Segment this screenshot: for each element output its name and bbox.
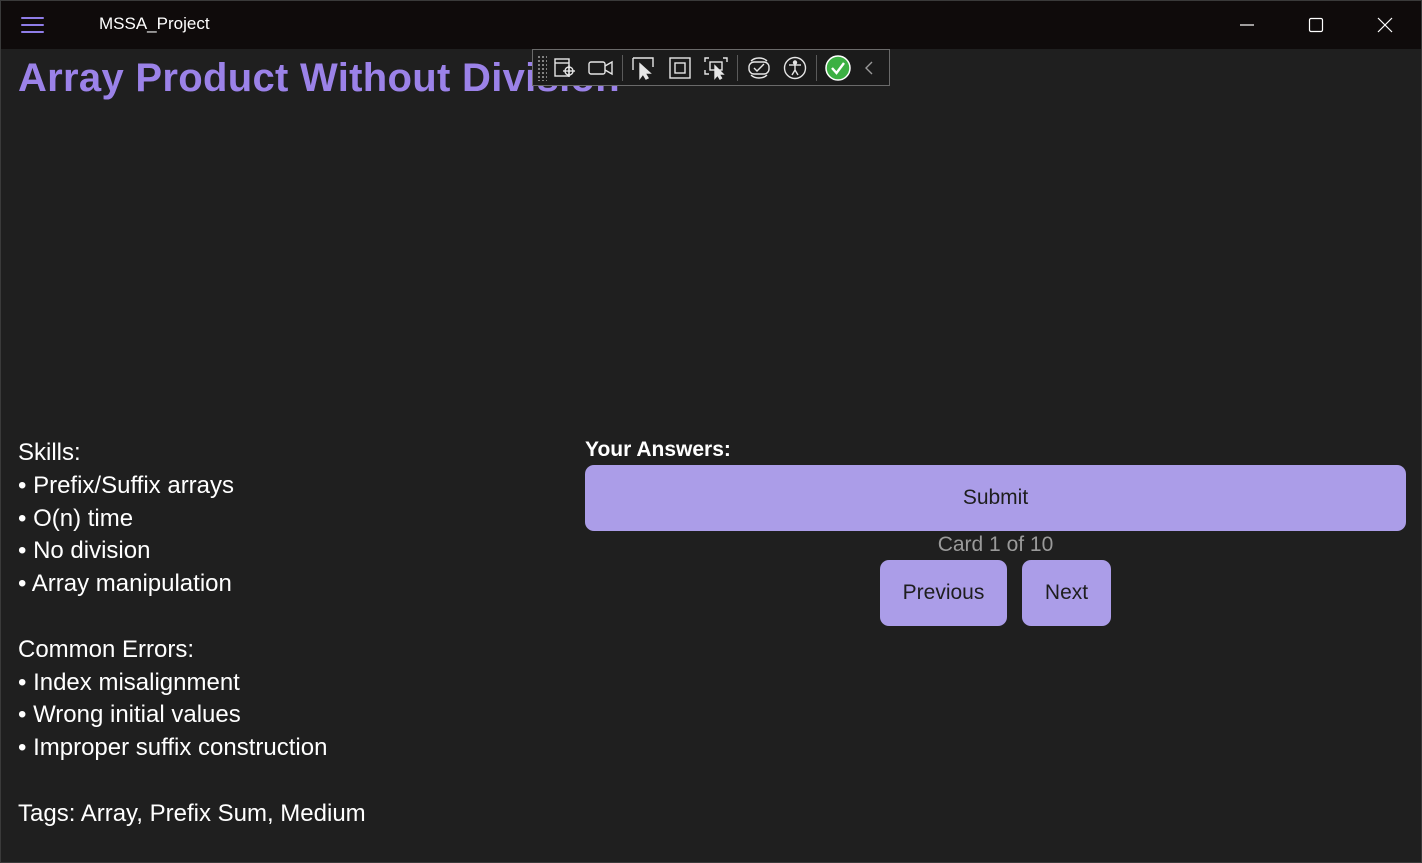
submit-button[interactable]: Submit	[585, 465, 1406, 531]
skill-item: • No division	[18, 537, 151, 565]
skill-item: • O(n) time	[18, 504, 134, 532]
error-item: • Wrong initial values	[18, 701, 241, 729]
toolbar-divider	[816, 54, 817, 81]
select-element-icon	[554, 57, 575, 77]
toolbar-divider	[737, 54, 738, 81]
errors-heading: Common Errors:	[18, 635, 195, 663]
title-bar: MSSA_Project	[1, 1, 1421, 49]
error-item: • Improper suffix construction	[18, 734, 328, 762]
app-title: MSSA_Project	[99, 14, 210, 33]
collapse-chevron-icon	[865, 61, 873, 74]
debug-toolbar	[532, 49, 890, 86]
maximize-icon	[1308, 17, 1324, 33]
card-info: Skills: • Prefix/Suffix arrays • O(n) ti…	[18, 437, 558, 831]
toolbar-divider	[622, 54, 623, 81]
accessibility-icon	[783, 56, 807, 79]
hamburger-icon[interactable]	[21, 14, 45, 36]
error-item: • Index misalignment	[18, 668, 240, 696]
display-layout-button[interactable]	[662, 53, 698, 83]
tags-text: Tags: Array, Prefix Sum, Medium	[18, 799, 366, 827]
skill-item: • Prefix/Suffix arrays	[18, 471, 235, 499]
next-button[interactable]: Next	[1022, 560, 1111, 626]
skill-item: • Array manipulation	[18, 570, 232, 598]
record-button[interactable]	[583, 53, 619, 83]
pointer-select-button[interactable]	[626, 53, 662, 83]
minimize-button[interactable]	[1213, 1, 1281, 49]
close-icon	[1377, 17, 1393, 33]
track-focus-button[interactable]	[698, 53, 734, 83]
answers-label: Your Answers:	[585, 438, 731, 461]
hot-reload-icon	[748, 56, 770, 79]
page-title: Array Product Without Division	[18, 56, 621, 100]
close-button[interactable]	[1351, 1, 1419, 49]
maximize-button[interactable]	[1282, 1, 1350, 49]
minimize-icon	[1240, 24, 1254, 26]
display-layout-icon	[669, 56, 691, 79]
status-check-button[interactable]	[820, 53, 856, 83]
video-record-icon	[588, 60, 613, 75]
skills-heading: Skills:	[18, 439, 81, 466]
drag-grip-icon[interactable]	[537, 54, 547, 81]
card-counter: Card 1 of 10	[937, 533, 1054, 556]
check-status-icon	[825, 54, 851, 81]
track-focus-icon	[704, 56, 728, 80]
hot-reload-button[interactable]	[741, 53, 777, 83]
previous-button[interactable]: Previous	[880, 560, 1007, 626]
pointer-select-icon	[632, 56, 654, 80]
select-element-button[interactable]	[547, 53, 583, 83]
app-window: MSSA_Project Array Product Without Divis…	[0, 0, 1422, 863]
collapse-toolbar-button[interactable]	[856, 53, 882, 83]
accessibility-button[interactable]	[777, 53, 813, 83]
